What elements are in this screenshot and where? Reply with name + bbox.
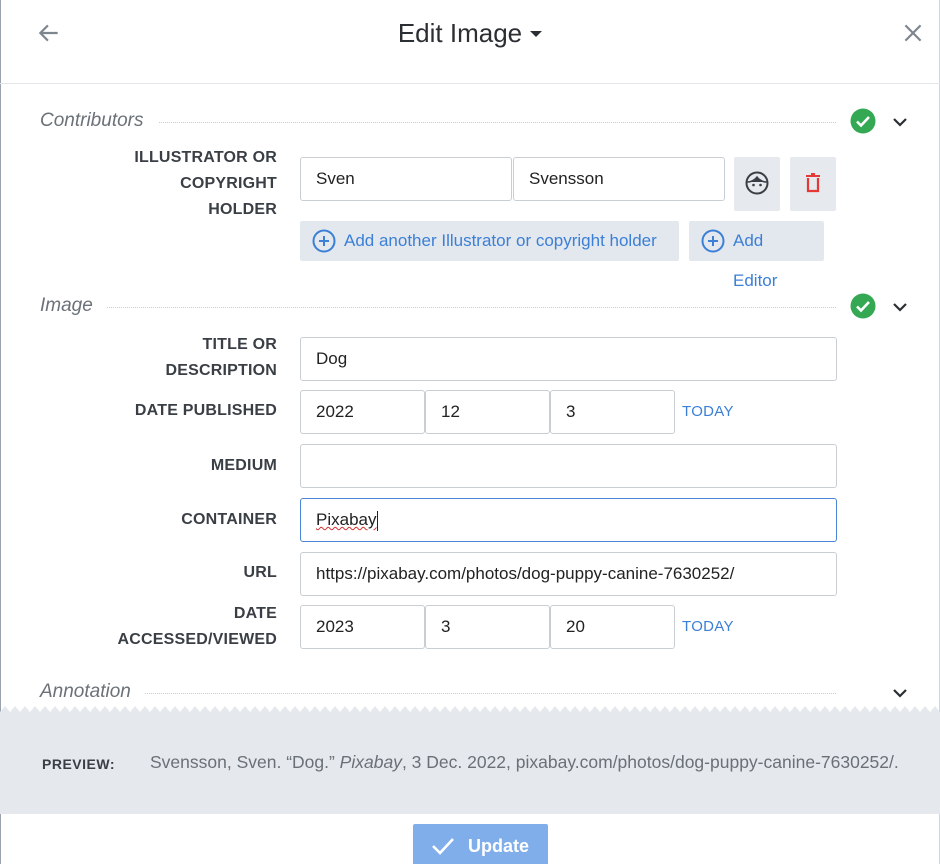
text-cursor	[377, 510, 379, 531]
first-name-input[interactable]: Sven	[300, 157, 512, 201]
add-editor-button[interactable]: Add Editor	[689, 221, 824, 290]
close-icon[interactable]	[900, 20, 926, 46]
update-button[interactable]: Update	[413, 824, 548, 864]
date-accessed-label: DATE ACCESSED/VIEWED	[117, 605, 277, 648]
url-input[interactable]: https://pixabay.com/photos/dog-puppy-can…	[300, 552, 837, 596]
contributors-section-title: Contributors	[40, 110, 158, 132]
image-section-header: Image	[40, 291, 920, 321]
add-illustrator-button[interactable]: Add another Illustrator or copyright hol…	[300, 221, 679, 261]
checkmark-icon	[432, 838, 454, 855]
published-month-input[interactable]: 12	[425, 390, 550, 434]
medium-input[interactable]	[300, 444, 837, 488]
caret-down-icon	[530, 30, 543, 37]
chevron-down-icon[interactable]	[890, 112, 910, 132]
plus-circle-icon	[312, 229, 336, 253]
published-year-input[interactable]: 2022	[300, 390, 425, 434]
section-divider	[40, 307, 836, 308]
last-name-input[interactable]: Svensson	[513, 157, 725, 201]
date-published-label: DATE PUBLISHED	[134, 402, 277, 419]
illustrator-role-label: ILLUSTRATOR OR COPYRIGHT HOLDER	[134, 149, 277, 218]
dialog-header: Edit Image	[0, 0, 940, 84]
annotation-section-title: Annotation	[40, 681, 145, 703]
torn-edge	[0, 706, 940, 720]
accessed-month-input[interactable]: 3	[425, 605, 550, 649]
accessed-today-link[interactable]: TODAY	[682, 618, 734, 635]
check-circle-icon	[850, 293, 876, 319]
accessed-day-input[interactable]: 20	[550, 605, 675, 649]
container-label: CONTAINER	[181, 511, 277, 528]
container-input[interactable]: Pixabay	[300, 498, 837, 542]
published-today-link[interactable]: TODAY	[682, 403, 734, 420]
section-divider	[40, 122, 836, 123]
preview-label: PREVIEW:	[42, 756, 115, 772]
delete-contributor-button[interactable]	[790, 157, 836, 211]
container-value: Pixabay	[316, 510, 377, 529]
url-label: URL	[243, 564, 277, 581]
person-type-button[interactable]	[734, 157, 780, 211]
chevron-down-icon[interactable]	[890, 297, 910, 317]
medium-label: MEDIUM	[210, 457, 277, 474]
citation-preview: Svensson, Sven. “Dog.” Pixabay, 3 Dec. 2…	[150, 752, 899, 772]
edit-type-dropdown[interactable]: Edit Image	[0, 18, 940, 49]
trash-icon	[806, 173, 820, 193]
page-title: Edit Image	[397, 18, 523, 48]
person-face-icon	[745, 171, 769, 195]
chevron-down-icon[interactable]	[890, 683, 910, 703]
check-circle-icon	[850, 108, 876, 134]
image-section-title: Image	[40, 295, 107, 317]
title-label: TITLE OR DESCRIPTION	[165, 336, 277, 379]
section-divider	[40, 693, 836, 694]
annotation-section-header: Annotation	[40, 677, 920, 707]
accessed-year-input[interactable]: 2023	[300, 605, 425, 649]
plus-circle-icon	[701, 229, 725, 253]
contributors-section-header: Contributors	[40, 106, 920, 136]
title-input[interactable]: Dog	[300, 337, 837, 381]
published-day-input[interactable]: 3	[550, 390, 675, 434]
